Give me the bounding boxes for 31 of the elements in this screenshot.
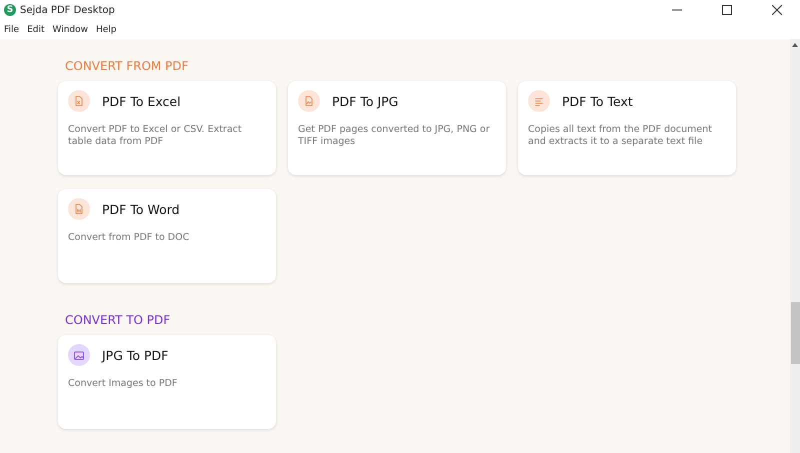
card-description: Get PDF pages converted to JPG, PNG or TIFF images: [298, 124, 491, 149]
card-title: PDF To JPG: [332, 94, 398, 108]
menu-item[interactable]: Edit: [23, 20, 48, 39]
document-icon: [73, 95, 85, 107]
card-title: PDF To Text: [562, 94, 633, 108]
tool-card[interactable]: PDF To Text Copies all text from the PDF document and extracts it to a separate text file: [518, 81, 736, 175]
close-icon[interactable]: [772, 5, 782, 15]
menu-item[interactable]: File: [0, 20, 24, 39]
card-title: PDF To Excel: [102, 94, 181, 108]
image-file-icon: [303, 95, 315, 107]
window-title: Sejda PDF Desktop: [20, 4, 116, 16]
scroll-up-icon[interactable]: [792, 43, 798, 47]
card-description: Convert Images to PDF: [68, 378, 178, 390]
tool-card[interactable]: PDF To JPG Get PDF pages converted to JPG, PNG or TIFF images: [288, 81, 506, 175]
section-heading: CONVERT FROM PDF: [65, 59, 190, 73]
maximize-icon[interactable]: [722, 5, 732, 15]
tool-card[interactable]: JPG To PDF Convert Images to PDF: [58, 335, 276, 429]
card-title: JPG To PDF: [102, 348, 168, 362]
tool-card[interactable]: PDF To Word Convert from PDF to DOC: [58, 189, 276, 283]
menu-item[interactable]: Help: [92, 20, 121, 39]
card-description: Copies all text from the PDF document and extracts it to a separate text file: [528, 124, 714, 149]
tool-card[interactable]: PDF To Excel Convert PDF to Excel or CSV. Extract table data from PDF: [58, 81, 276, 175]
card-title: PDF To Word: [102, 202, 180, 216]
image-icon: [73, 349, 85, 361]
menu-item[interactable]: Window: [48, 20, 92, 39]
scrollbar-thumb[interactable]: [790, 302, 800, 364]
card-description: Convert from PDF to DOC: [68, 232, 190, 244]
section-heading: CONVERT TO PDF: [65, 313, 172, 327]
card-description: Convert PDF to Excel or CSV. Extract table data from PDF: [68, 124, 243, 149]
document-icon: [73, 203, 85, 215]
app-logo: S: [4, 4, 16, 16]
